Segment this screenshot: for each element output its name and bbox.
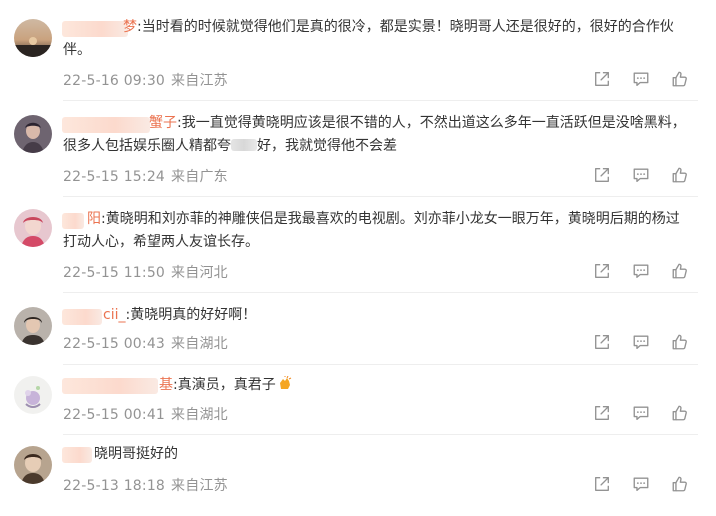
comment-body: :真演员，真君子 [173, 377, 276, 393]
avatar[interactable] [14, 115, 52, 153]
thumbs-up-icon[interactable] [670, 474, 690, 494]
thumbs-up-icon[interactable] [670, 69, 690, 89]
comment-text: cii_:黄晓明真的好好啊！ [63, 304, 692, 327]
redacted-text [231, 139, 257, 151]
comment-item: 蟹子:我一直觉得黄晓明应该是很不错的人，不然出道这么多年一直活跃但是没啥黑料，很… [0, 100, 716, 196]
comment-actions [592, 165, 690, 185]
comment-item: 基:真演员，真君子 22-5-15 00:41 来自湖北 [0, 364, 716, 436]
comment-location: 来自湖北 [171, 407, 228, 423]
comment-nickname[interactable]: 蟹子 [149, 115, 177, 131]
comment-icon[interactable] [631, 332, 651, 352]
share-icon[interactable] [592, 261, 612, 281]
comment-item: cii_:黄晓明真的好好啊！ 22-5-15 00:43 来自湖北 [0, 292, 716, 364]
comment-text: 阳:黄晓明和刘亦菲的神雕侠侣是我最喜欢的电视剧。刘亦菲小龙女一眼万年，黄晓明后期… [63, 208, 692, 254]
share-icon[interactable] [592, 69, 612, 89]
comment-icon[interactable] [631, 69, 651, 89]
avatar[interactable] [14, 446, 52, 484]
comment-item: 晓明哥挺好的 22-5-13 18:18 来自江苏 [0, 434, 716, 516]
comment-text: 蟹子:我一直觉得黄晓明应该是很不错的人，不然出道这么多年一直活跃但是没啥黑料，很… [63, 112, 692, 158]
comment-date: 22-5-13 18:18 [63, 478, 166, 494]
comment-actions [592, 474, 690, 494]
comment-date: 22-5-15 00:43 [63, 336, 166, 352]
comment-actions [592, 332, 690, 352]
comment-icon[interactable] [631, 474, 651, 494]
comment-date: 22-5-16 09:30 [63, 73, 166, 89]
thumbs-up-icon[interactable] [670, 332, 690, 352]
comment-meta: 22-5-15 15:24 来自广东 [63, 166, 228, 186]
comment-nickname[interactable]: 基 [159, 377, 173, 393]
comment-meta: 22-5-15 11:50 来自河北 [63, 262, 228, 282]
comment-text: 梦:当时看的时候就觉得他们是真的很冷，都是实景！晓明哥人还是很好的，很好的合作伙… [63, 16, 692, 62]
comment-body: :当时看的时候就觉得他们是真的很冷，都是实景！晓明哥人还是很好的，很好的合作伙伴… [63, 19, 674, 58]
comment-nickname[interactable]: cii_ [103, 307, 125, 323]
comment-body-cont: 好，我就觉得他不会差 [257, 138, 397, 154]
comment-location: 来自江苏 [171, 73, 228, 89]
comment-location: 来自广东 [171, 169, 228, 185]
comment-item: 梦:当时看的时候就觉得他们是真的很冷，都是实景！晓明哥人还是很好的，很好的合作伙… [0, 0, 716, 96]
avatar[interactable] [14, 19, 52, 57]
comment-actions [592, 261, 690, 281]
comment-date: 22-5-15 11:50 [63, 265, 166, 281]
thumbs-up-icon[interactable] [670, 165, 690, 185]
comment-body: 晓明哥挺好的 [94, 446, 178, 462]
comment-meta: 22-5-16 09:30 来自江苏 [63, 70, 228, 90]
comment-meta: 22-5-15 00:41 来自湖北 [63, 404, 228, 424]
comment-nickname[interactable]: 阳 [87, 211, 101, 227]
comment-body: :黄晓明和刘亦菲的神雕侠侣是我最喜欢的电视剧。刘亦菲小龙女一眼万年，黄晓明后期的… [63, 211, 680, 250]
comment-location: 来自江苏 [171, 478, 228, 494]
comment-icon[interactable] [631, 403, 651, 423]
comment-location: 来自湖北 [171, 336, 228, 352]
share-icon[interactable] [592, 332, 612, 352]
thumbs-up-icon[interactable] [670, 403, 690, 423]
comment-body: :黄晓明真的好好啊！ [125, 307, 257, 323]
comment-actions [592, 403, 690, 423]
clapping-hands-emoji-icon [278, 375, 293, 391]
share-icon[interactable] [592, 165, 612, 185]
comment-icon[interactable] [631, 165, 651, 185]
avatar[interactable] [14, 376, 52, 414]
comment-meta: 22-5-15 00:43 来自湖北 [63, 333, 228, 353]
thumbs-up-icon[interactable] [670, 261, 690, 281]
comment-icon[interactable] [631, 261, 651, 281]
avatar[interactable] [14, 209, 52, 247]
comment-text: 晓明哥挺好的 [63, 443, 692, 466]
comment-meta: 22-5-13 18:18 来自江苏 [63, 475, 228, 495]
comment-location: 来自河北 [171, 265, 228, 281]
comment-date: 22-5-15 00:41 [63, 407, 166, 423]
share-icon[interactable] [592, 474, 612, 494]
comment-date: 22-5-15 15:24 [63, 169, 166, 185]
comment-actions [592, 69, 690, 89]
comment-nickname[interactable]: 梦 [123, 19, 137, 35]
comment-item: 阳:黄晓明和刘亦菲的神雕侠侣是我最喜欢的电视剧。刘亦菲小龙女一眼万年，黄晓明后期… [0, 196, 716, 292]
share-icon[interactable] [592, 403, 612, 423]
comment-text: 基:真演员，真君子 [63, 374, 692, 397]
avatar[interactable] [14, 307, 52, 345]
